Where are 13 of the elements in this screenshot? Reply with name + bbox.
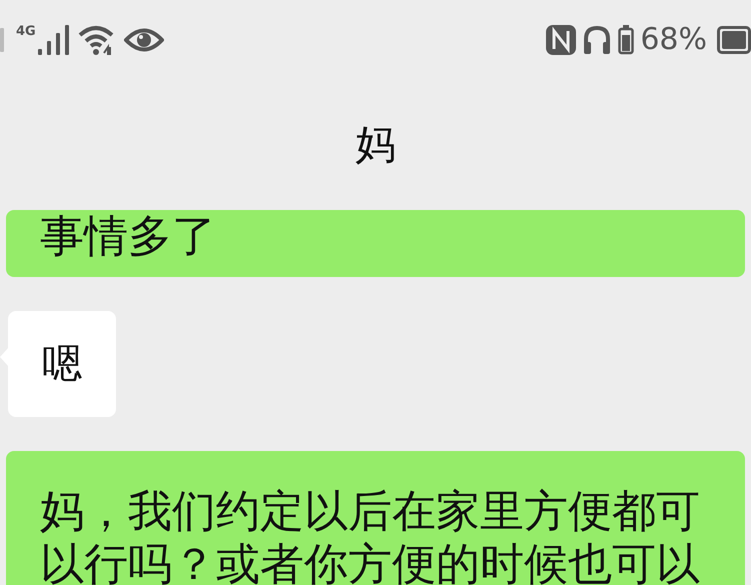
chat-title: 妈 [356, 121, 396, 170]
nfc-icon [546, 25, 576, 55]
battery-icon [618, 25, 634, 55]
signal-icon [38, 25, 70, 55]
received-message-bubble: 嗯 [8, 311, 116, 417]
battery-icon [717, 26, 751, 54]
sent-message-bubble: 事情多了 [6, 210, 745, 277]
eye-icon [124, 27, 164, 53]
sent-message-bubble: 妈，我们约定以后在家里方便都可以行吗？或者你方便的时候也可以 [6, 451, 745, 585]
headphones-icon [582, 25, 612, 55]
wifi-icon [78, 25, 116, 55]
battery-percentage: 68% [640, 25, 707, 55]
network-label: 4G [16, 25, 36, 38]
